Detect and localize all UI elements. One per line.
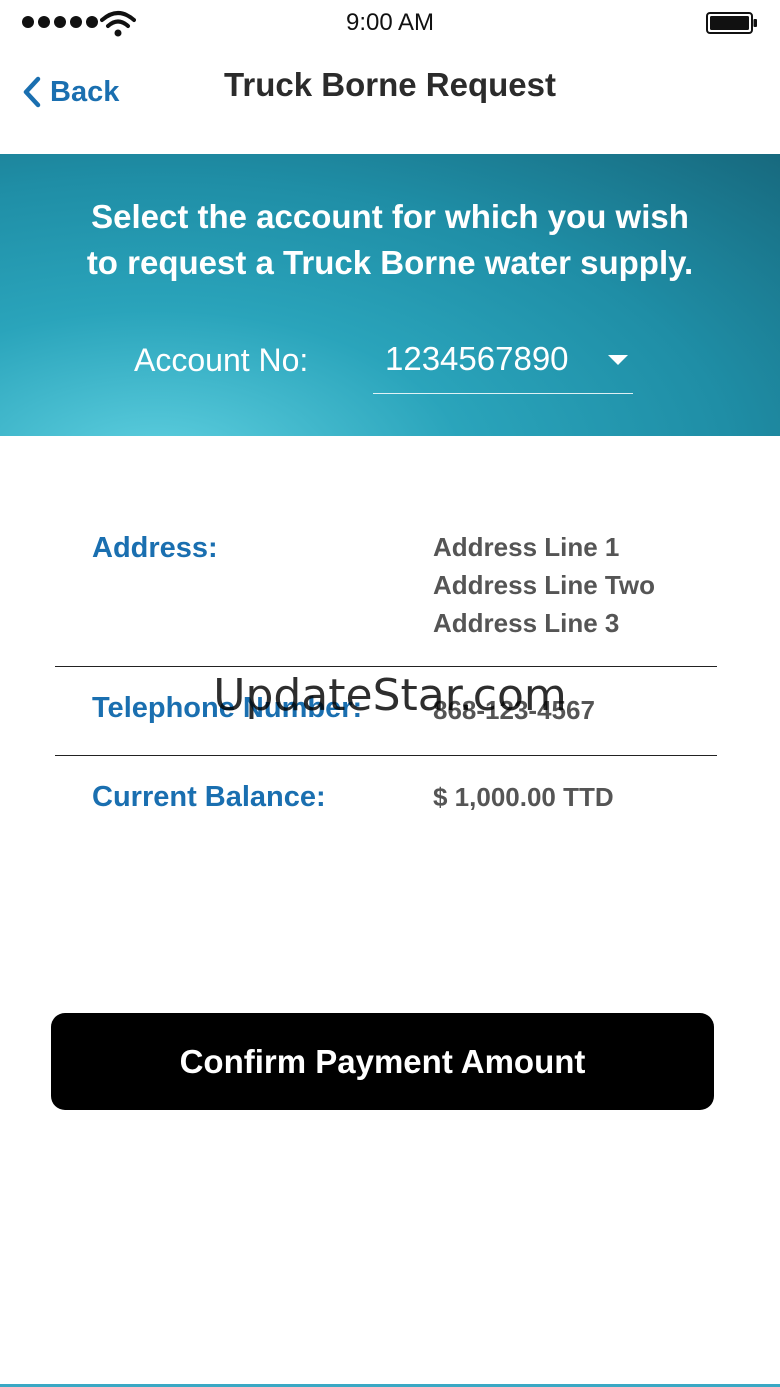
address-label: Address:	[92, 532, 218, 564]
status-bar: 9:00 AM	[0, 0, 780, 46]
battery-icon	[706, 12, 757, 34]
balance-value: $ 1,000.00 TTD	[433, 782, 614, 812]
page-title: Truck Borne Request	[224, 66, 556, 103]
account-label: Account No:	[134, 342, 309, 378]
caret-down-icon	[608, 355, 628, 365]
address-value: Address Line 1 Address Line Two Address …	[433, 528, 655, 642]
balance-label: Current Balance:	[92, 781, 326, 813]
address-line-2: Address Line Two	[433, 570, 655, 600]
account-dropdown[interactable]: 1234567890	[373, 334, 633, 394]
telephone-label: Telephone Number:	[92, 692, 363, 724]
account-row: Account No: 1234567890	[0, 334, 780, 394]
telephone-value: 868-123-4567	[433, 695, 595, 725]
banner-line-2: to request a Truck Borne water supply.	[86, 244, 694, 281]
divider	[55, 755, 717, 756]
account-banner: Select the account for which you wish to…	[0, 154, 780, 436]
confirm-payment-button[interactable]: Confirm Payment Amount	[51, 1013, 714, 1110]
nav-bar: Back Truck Borne Request	[0, 46, 780, 154]
banner-instructions: Select the account for which you wish to…	[0, 194, 780, 286]
account-value: 1234567890	[385, 340, 569, 377]
address-line-1: Address Line 1	[433, 532, 620, 562]
banner-line-1: Select the account for which you wish	[91, 198, 689, 235]
divider	[55, 666, 717, 667]
address-line-3: Address Line 3	[433, 608, 620, 638]
status-time: 9:00 AM	[345, 9, 435, 36]
